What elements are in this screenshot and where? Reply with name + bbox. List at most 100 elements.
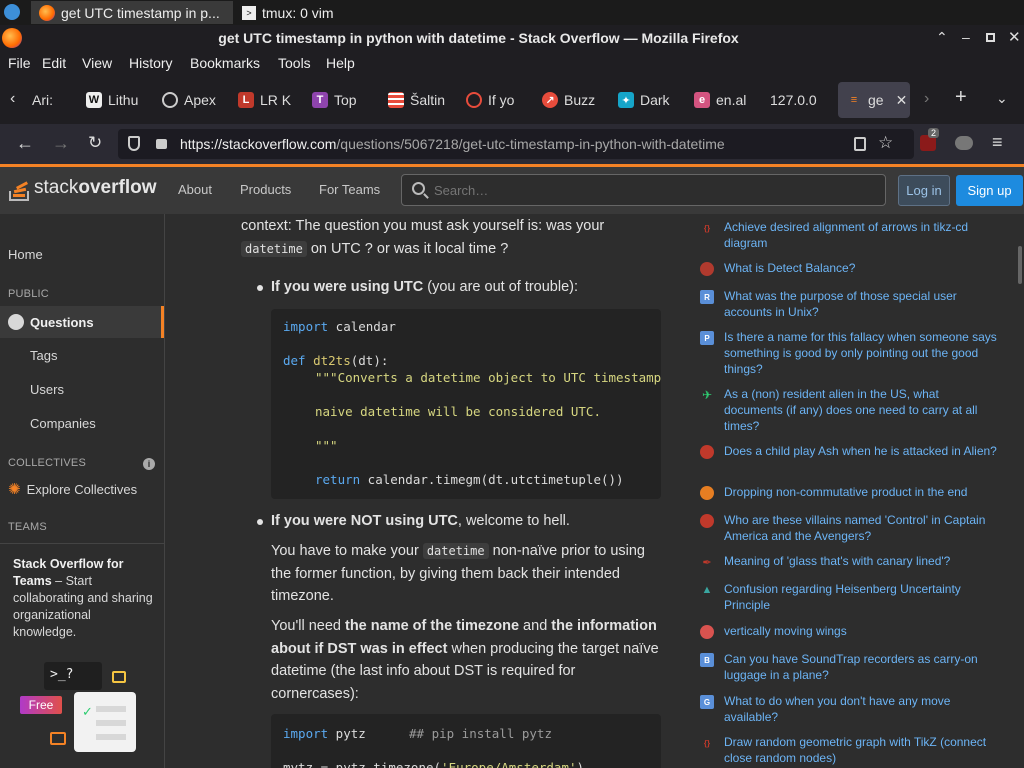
sidebar-companies[interactable]: Companies [0, 416, 164, 431]
hot-question[interactable]: vertically moving wings [700, 623, 1000, 639]
bullet-2: If you were NOT using UTC, welcome to he… [271, 513, 570, 529]
page-scrollbar[interactable] [1018, 246, 1022, 284]
taskbar-firefox-task[interactable]: get UTC timestamp in p... [31, 1, 233, 24]
answer-body: context: The question you must ask yours… [165, 214, 685, 768]
tabs-scroll-right-icon[interactable]: › [924, 90, 929, 108]
sidebar-questions[interactable]: Questions [0, 306, 164, 338]
search-input[interactable] [434, 181, 874, 199]
nav-for-teams[interactable]: For Teams [319, 182, 380, 197]
hot-question[interactable]: G What to do when you don't have any move… [700, 693, 1000, 725]
hamburger-menu-icon[interactable]: ≡ [992, 132, 1003, 153]
menu-view[interactable]: View [82, 55, 112, 71]
tab-9[interactable]: e en.al [694, 82, 750, 118]
menu-help[interactable]: Help [326, 55, 355, 71]
tab-0[interactable]: Ari: [32, 82, 72, 118]
lock-icon[interactable] [156, 139, 167, 149]
so-search-box[interactable] [401, 174, 886, 206]
bullet [257, 519, 263, 525]
close-tab-icon[interactable]: ✕ [896, 92, 908, 109]
bookmark-star-icon[interactable]: ☆ [878, 133, 893, 153]
tab-7[interactable]: ↗ Buzz [542, 82, 598, 118]
sidebar-tags[interactable]: Tags [0, 348, 164, 363]
collapse-icon[interactable]: ⌃ [936, 29, 948, 46]
code-block-1[interactable]: import calendar def dt2ts(dt): """Conver… [271, 309, 661, 499]
tab-6[interactable]: If yo [466, 82, 522, 118]
hot-question[interactable]: {} Draw random geometric graph with TikZ … [700, 734, 1000, 766]
new-tab-icon[interactable]: + [955, 86, 967, 109]
hot-question[interactable]: {} Achieve desired alignment of arrows in… [700, 219, 1000, 251]
saltinis-icon [388, 92, 404, 108]
so-logo-text-a: stack [34, 177, 79, 198]
info-icon[interactable]: i [143, 458, 155, 470]
tabs-scroll-left-icon[interactable]: ‹ [10, 90, 15, 108]
tab-4[interactable]: T Top [312, 82, 368, 118]
tab-8[interactable]: ✦ Dark [618, 82, 674, 118]
tex-icon: {} [703, 223, 711, 233]
signup-button[interactable]: Sign up [956, 175, 1023, 206]
maximize-icon[interactable] [986, 33, 995, 42]
privacy-extension-icon[interactable] [955, 136, 973, 150]
menu-tools[interactable]: Tools [278, 55, 311, 71]
system-menu-icon[interactable] [4, 4, 20, 20]
login-button[interactable]: Log in [898, 175, 950, 206]
sidebar-users[interactable]: Users [0, 382, 164, 397]
hot-question[interactable]: ✒ Meaning of 'glass that's with canary li… [700, 553, 1000, 569]
tab-1[interactable]: W Lithu [86, 82, 146, 118]
so-logo-text-b: overflow [78, 177, 157, 198]
reader-view-icon[interactable] [854, 137, 866, 151]
forward-icon[interactable]: → [52, 133, 70, 154]
apex-icon [162, 92, 178, 108]
hot-question[interactable]: Dropping non-commutative product in the … [700, 484, 1000, 500]
taskbar-terminal-task[interactable]: > tmux: 0 vim [234, 1, 434, 24]
tab-2[interactable]: Apex [162, 82, 222, 118]
menu-bookmarks[interactable]: Bookmarks [190, 55, 260, 71]
so-logo-icon [8, 174, 30, 202]
globe-icon [8, 314, 24, 330]
url-field[interactable]: https://stackoverflow.com/questions/5067… [118, 129, 914, 159]
hot-question[interactable]: B Can you have SoundTrap recorders as car… [700, 651, 1000, 683]
sidebar-teams-heading: TEAMS [8, 521, 47, 533]
menu-file[interactable]: File [8, 55, 31, 71]
nav-products[interactable]: Products [240, 182, 291, 197]
nav-about[interactable]: About [178, 182, 212, 197]
bullet-1: If you were using UTC (you are out of tr… [271, 279, 579, 295]
reload-icon[interactable]: ↻ [88, 133, 102, 153]
hot-question[interactable]: What is Detect Balance? [700, 260, 1000, 276]
list-all-tabs-icon[interactable]: ⌄ [996, 90, 1008, 107]
shield-icon[interactable] [128, 136, 140, 151]
menu-edit[interactable]: Edit [42, 55, 66, 71]
navigation-toolbar: ← → ↻ https://stackoverflow.com/question… [0, 124, 1024, 164]
hot-question[interactable]: R What was the purpose of those special u… [700, 288, 1000, 320]
bullet [257, 285, 263, 291]
answer-paragraph-2: You have to make your datetime non-naïve… [271, 543, 645, 604]
terminal-icon: > [242, 5, 256, 20]
buzz-icon: ↗ [542, 92, 558, 108]
tab-10[interactable]: 127.0.0 [770, 82, 826, 118]
left-sidebar: Home PUBLIC Questions Tags Users Compani… [0, 214, 165, 768]
url-text[interactable]: https://stackoverflow.com/questions/5067… [180, 136, 725, 152]
sidebar-explore-collectives[interactable]: ✺ Explore Collectives [0, 480, 164, 498]
sidebar-home[interactable]: Home [0, 247, 164, 262]
close-window-icon[interactable]: ✕ [1008, 28, 1021, 46]
taskbar: get UTC timestamp in p... > tmux: 0 vim [0, 0, 1024, 25]
so-logo[interactable]: stackoverflow [8, 174, 156, 202]
back-icon[interactable]: ← [16, 133, 34, 154]
scifi-icon [700, 445, 714, 459]
teams-promo: Stack Overflow for Teams – Start collabo… [0, 543, 164, 768]
hot-question[interactable]: P Is there a name for this fallacy when s… [700, 329, 1000, 377]
hot-question[interactable]: Does a child play Ash when he is attacke… [700, 443, 1000, 459]
hot-question[interactable]: Who are these villains named 'Control' i… [700, 512, 1000, 544]
menu-history[interactable]: History [129, 55, 173, 71]
mathematica-icon [700, 486, 714, 500]
code-block-2[interactable]: import pytz ## pip install pytz mytz = p… [271, 714, 661, 768]
minimize-icon[interactable]: – [962, 29, 970, 45]
tab-5[interactable]: Šaltin [388, 82, 446, 118]
window-titlebar: get UTC timestamp in python with datetim… [0, 25, 1024, 52]
tab-11-active[interactable]: ≡ ge ✕ [838, 82, 910, 118]
hot-question[interactable]: ▲ Confusion regarding Heisenberg Uncertai… [700, 581, 1000, 613]
physics-icon: ▲ [701, 584, 713, 596]
tab-3[interactable]: L LR K [238, 82, 294, 118]
url-host: https://stackoverflow.com [180, 136, 337, 152]
hot-question[interactable]: ✈ As a (non) resident alien in the US, wh… [700, 386, 1000, 434]
menubar: File Edit View History Bookmarks Tools H… [0, 52, 1024, 76]
